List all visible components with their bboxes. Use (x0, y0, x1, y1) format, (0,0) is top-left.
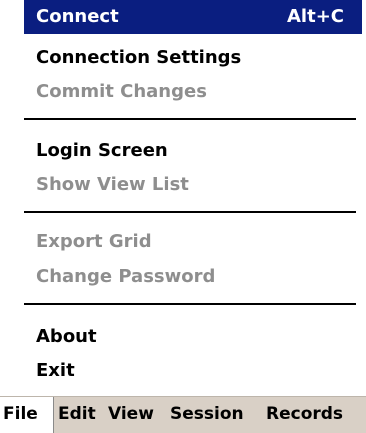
menubar-session-label: Session (170, 404, 244, 424)
file-menu-dropdown: Connect Alt+C Connection Settings Commit… (0, 0, 366, 396)
menubar-view-label: View (108, 404, 154, 424)
menu-item-shortcut: Alt+C (287, 6, 344, 27)
menu-item-connect[interactable]: Connect Alt+C (24, 0, 362, 34)
menu-separator (24, 211, 356, 213)
menubar-session[interactable]: Session (170, 397, 244, 433)
menu-separator (24, 303, 356, 305)
menubar-file-label: File (3, 404, 38, 424)
menu-item-exit[interactable]: Exit (24, 354, 362, 388)
menu-item-label: Commit Changes (36, 81, 207, 102)
menubar-edit[interactable]: Edit (58, 397, 96, 433)
menu-separator (24, 118, 356, 120)
menu-item-about[interactable]: About (24, 320, 362, 354)
menu-item-label: About (36, 326, 97, 347)
menubar-file[interactable]: File (0, 397, 54, 433)
menu-item-commit-changes: Commit Changes (24, 75, 362, 109)
menu-item-connection-settings[interactable]: Connection Settings (24, 41, 362, 75)
menu-item-label: Show View List (36, 174, 189, 195)
menu-item-label: Change Password (36, 266, 216, 287)
menubar-records[interactable]: Records (266, 397, 343, 433)
menu-item-label: Exit (36, 360, 75, 381)
menu-item-label: Login Screen (36, 140, 168, 161)
menu-item-label: Connection Settings (36, 47, 242, 68)
menu-item-export-grid: Export Grid (24, 225, 362, 259)
menubar-view[interactable]: View (108, 397, 154, 433)
menubar-records-label: Records (266, 404, 344, 424)
menu-item-label: Export Grid (36, 231, 152, 252)
menu-item-show-view-list: Show View List (24, 168, 362, 202)
menubar-edit-label: Edit (58, 404, 96, 424)
menu-item-login-screen[interactable]: Login Screen (24, 134, 362, 168)
menu-item-change-password: Change Password (24, 260, 362, 294)
menu-bar: File Edit View Session Records (0, 396, 366, 433)
menu-item-label: Connect (36, 6, 119, 27)
